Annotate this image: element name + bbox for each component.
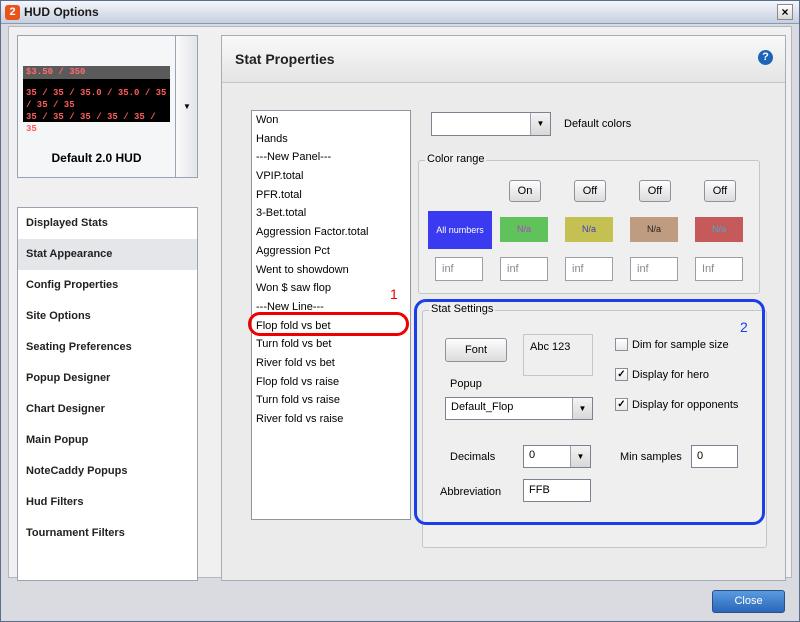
nav-item-main-popup[interactable]: Main Popup <box>18 425 197 456</box>
list-item[interactable]: Went to showdown <box>252 261 410 280</box>
hud-preview-line2: 35 / 35 / 35.0 / 35.0 / 35 / 35 / 35 <box>26 88 167 110</box>
list-item[interactable]: Turn fold vs bet <box>252 335 410 354</box>
color-swatch[interactable]: N/a <box>500 217 548 242</box>
nav-item-site-options[interactable]: Site Options <box>18 301 197 332</box>
list-item[interactable]: 3-Bet.total <box>252 204 410 223</box>
nav-item-tournament-filters[interactable]: Tournament Filters <box>18 518 197 549</box>
color-swatch[interactable]: N/a <box>695 217 743 242</box>
color-swatch[interactable]: N/a <box>630 217 678 242</box>
toggle-off-button[interactable]: Off <box>704 180 736 202</box>
highlight-ring-blue <box>414 299 765 525</box>
nav-item-notecaddy-popups[interactable]: NoteCaddy Popups <box>18 456 197 487</box>
range-input[interactable]: inf <box>630 257 678 281</box>
default-colors-label: Default colors <box>564 118 632 130</box>
color-swatch-all[interactable]: All numbers <box>428 211 492 249</box>
list-item[interactable]: River fold vs bet <box>252 354 410 373</box>
default-colors-select[interactable]: ▼ <box>431 112 551 136</box>
chevron-down-icon: ▼ <box>530 113 550 135</box>
color-swatch[interactable]: N/a <box>565 217 613 242</box>
help-icon[interactable]: ? <box>758 50 773 65</box>
list-item[interactable]: Aggression Pct <box>252 242 410 261</box>
list-item[interactable]: ---New Panel--- <box>252 148 410 167</box>
list-item[interactable]: VPIP.total <box>252 167 410 186</box>
highlight-ring-red <box>248 312 409 336</box>
nav-item-hud-filters[interactable]: Hud Filters <box>18 487 197 518</box>
list-item[interactable]: Flop fold vs raise <box>252 373 410 392</box>
hud-preview-line1: $3.50 / 350 <box>26 67 86 77</box>
title-bar[interactable]: 2 HUD Options × <box>1 1 799 24</box>
app-logo-icon: 2 <box>5 5 20 20</box>
color-range-label: Color range <box>425 153 487 165</box>
hud-select-dropdown[interactable]: ▼ <box>176 35 198 178</box>
range-input[interactable]: inf <box>435 257 483 281</box>
list-item[interactable]: Turn fold vs raise <box>252 391 410 410</box>
hud-preview-caption: Default 2.0 HUD <box>51 151 142 165</box>
range-input[interactable]: inf <box>565 257 613 281</box>
hud-preview-image: $3.50 / 350 35 / 35 / 35.0 / 35.0 / 35 /… <box>23 66 170 134</box>
nav-item-stat-appearance[interactable]: Stat Appearance <box>18 239 197 270</box>
color-range-group: Color range On Off Off Off All numbers N… <box>418 153 760 294</box>
panel-header: Stat Properties ? <box>222 36 785 83</box>
nav-item-config-properties[interactable]: Config Properties <box>18 270 197 301</box>
list-item[interactable]: PFR.total <box>252 186 410 205</box>
hud-preview-line3: 35 / 35 / 35 / 35 / 35 / 35 <box>26 112 156 134</box>
list-item[interactable]: Hands <box>252 130 410 149</box>
chevron-down-icon: ▼ <box>183 102 191 111</box>
hud-preview[interactable]: $3.50 / 350 35 / 35 / 35.0 / 35.0 / 35 /… <box>17 35 176 178</box>
hud-options-window: 2 HUD Options × $3.50 / 350 35 / 35 / 35… <box>0 0 800 622</box>
nav-item-chart-designer[interactable]: Chart Designer <box>18 394 197 425</box>
list-item[interactable]: River fold vs raise <box>252 410 410 429</box>
nav-item-seating-preferences[interactable]: Seating Preferences <box>18 332 197 363</box>
range-input[interactable]: Inf <box>695 257 743 281</box>
nav-item-displayed-stats[interactable]: Displayed Stats <box>18 208 197 239</box>
nav-item-popup-designer[interactable]: Popup Designer <box>18 363 197 394</box>
annotation-number-1: 1 <box>390 286 398 302</box>
list-item[interactable]: Aggression Factor.total <box>252 223 410 242</box>
window-close-button[interactable]: × <box>777 4 793 20</box>
toggle-off-button[interactable]: Off <box>574 180 606 202</box>
toggle-on-button[interactable]: On <box>509 180 541 202</box>
toggle-off-button[interactable]: Off <box>639 180 671 202</box>
page-title: Stat Properties <box>235 51 335 67</box>
range-input[interactable]: inf <box>500 257 548 281</box>
window-title: HUD Options <box>24 5 99 19</box>
close-button[interactable]: Close <box>712 590 785 613</box>
sidebar-nav: Displayed Stats Stat Appearance Config P… <box>17 207 198 581</box>
list-item[interactable]: Won $ saw flop <box>252 279 410 298</box>
list-item[interactable]: Won <box>252 111 410 130</box>
